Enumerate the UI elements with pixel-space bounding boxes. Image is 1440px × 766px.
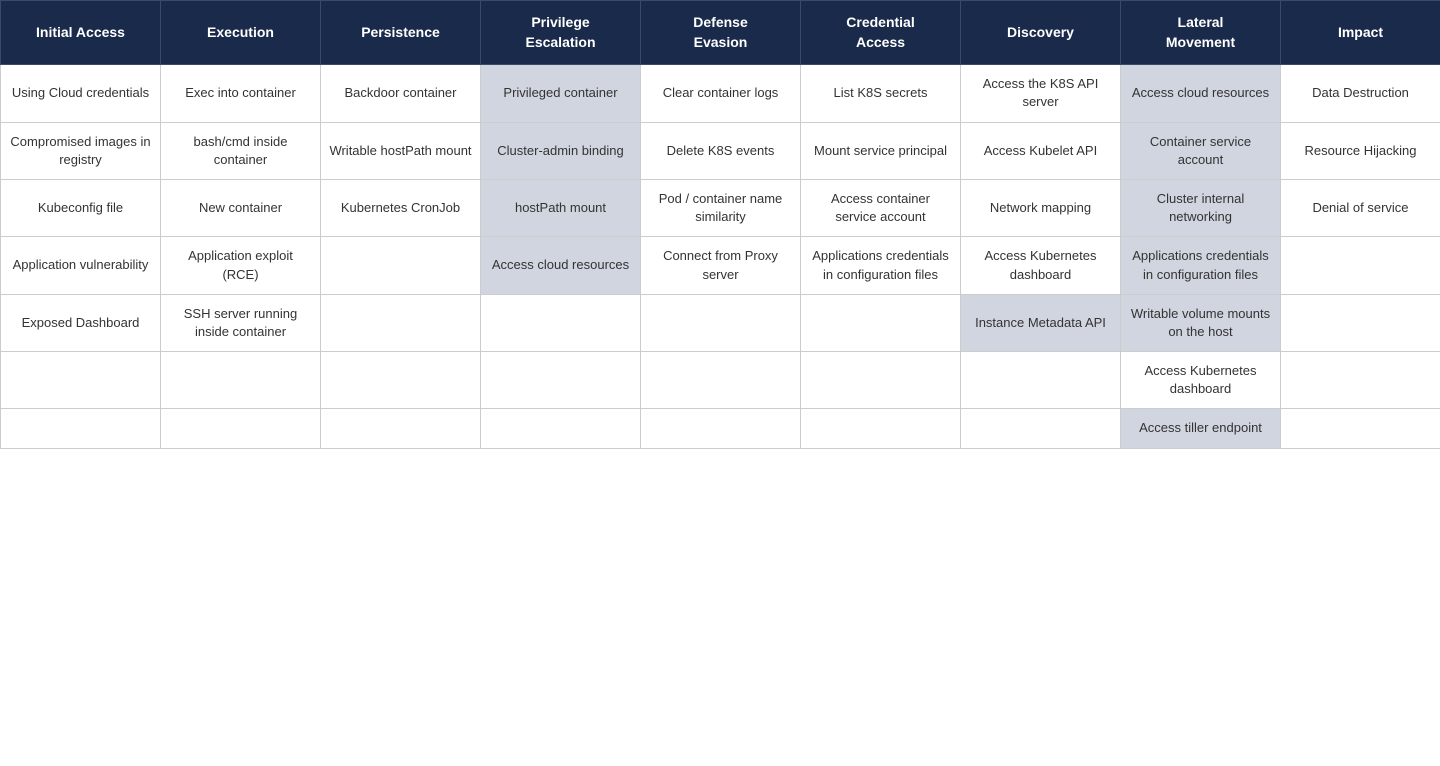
cell-r0-c3: Privileged container	[481, 65, 641, 122]
cell-r5-c0	[1, 352, 161, 409]
cell-r2-c6: Network mapping	[961, 179, 1121, 236]
cell-r2-c1: New container	[161, 179, 321, 236]
col-header-privilege-escalation: PrivilegeEscalation	[481, 1, 641, 65]
cell-r4-c7: Writable volume mounts on the host	[1121, 294, 1281, 351]
cell-r0-c2: Backdoor container	[321, 65, 481, 122]
cell-r3-c8	[1281, 237, 1440, 294]
cell-r0-c7: Access cloud resources	[1121, 65, 1281, 122]
cell-r5-c7: Access Kubernetes dashboard	[1121, 352, 1281, 409]
cell-r3-c7: Applications credentials in configuratio…	[1121, 237, 1281, 294]
cell-r1-c4: Delete K8S events	[641, 122, 801, 179]
cell-r6-c4	[641, 409, 801, 448]
cell-r1-c6: Access Kubelet API	[961, 122, 1121, 179]
cell-r0-c0: Using Cloud credentials	[1, 65, 161, 122]
cell-r2-c7: Cluster internal networking	[1121, 179, 1281, 236]
cell-r2-c2: Kubernetes CronJob	[321, 179, 481, 236]
cell-r0-c8: Data Destruction	[1281, 65, 1440, 122]
cell-r1-c3: Cluster-admin binding	[481, 122, 641, 179]
col-header-initial-access: Initial Access	[1, 1, 161, 65]
cell-r1-c2: Writable hostPath mount	[321, 122, 481, 179]
cell-r2-c3: hostPath mount	[481, 179, 641, 236]
cell-r4-c3	[481, 294, 641, 351]
cell-r4-c2	[321, 294, 481, 351]
cell-r5-c1	[161, 352, 321, 409]
cell-r2-c5: Access container service account	[801, 179, 961, 236]
col-header-persistence: Persistence	[321, 1, 481, 65]
cell-r5-c3	[481, 352, 641, 409]
cell-r1-c5: Mount service principal	[801, 122, 961, 179]
cell-r4-c4	[641, 294, 801, 351]
cell-r3-c4: Connect from Proxy server	[641, 237, 801, 294]
cell-r5-c8	[1281, 352, 1440, 409]
col-header-discovery: Discovery	[961, 1, 1121, 65]
col-header-lateral-movement: LateralMovement	[1121, 1, 1281, 65]
cell-r5-c2	[321, 352, 481, 409]
cell-r4-c6: Instance Metadata API	[961, 294, 1121, 351]
cell-r0-c5: List K8S secrets	[801, 65, 961, 122]
col-header-impact: Impact	[1281, 1, 1440, 65]
cell-r6-c3	[481, 409, 641, 448]
cell-r3-c3: Access cloud resources	[481, 237, 641, 294]
cell-r4-c0: Exposed Dashboard	[1, 294, 161, 351]
cell-r3-c0: Application vulnerability	[1, 237, 161, 294]
cell-r0-c4: Clear container logs	[641, 65, 801, 122]
cell-r1-c1: bash/cmd inside container	[161, 122, 321, 179]
cell-r2-c0: Kubeconfig file	[1, 179, 161, 236]
cell-r4-c8	[1281, 294, 1440, 351]
cell-r2-c4: Pod / container name similarity	[641, 179, 801, 236]
attack-matrix: Initial AccessExecutionPersistencePrivil…	[0, 0, 1440, 449]
col-header-execution: Execution	[161, 1, 321, 65]
cell-r1-c0: Compromised images in registry	[1, 122, 161, 179]
cell-r6-c2	[321, 409, 481, 448]
cell-r5-c6	[961, 352, 1121, 409]
cell-r6-c0	[1, 409, 161, 448]
cell-r3-c5: Applications credentials in configuratio…	[801, 237, 961, 294]
cell-r5-c5	[801, 352, 961, 409]
cell-r0-c1: Exec into container	[161, 65, 321, 122]
cell-r3-c6: Access Kubernetes dashboard	[961, 237, 1121, 294]
cell-r6-c5	[801, 409, 961, 448]
cell-r6-c7: Access tiller endpoint	[1121, 409, 1281, 448]
cell-r4-c5	[801, 294, 961, 351]
cell-r3-c2	[321, 237, 481, 294]
col-header-credential-access: CredentialAccess	[801, 1, 961, 65]
cell-r2-c8: Denial of service	[1281, 179, 1440, 236]
cell-r5-c4	[641, 352, 801, 409]
cell-r3-c1: Application exploit (RCE)	[161, 237, 321, 294]
cell-r1-c8: Resource Hijacking	[1281, 122, 1440, 179]
cell-r6-c1	[161, 409, 321, 448]
cell-r0-c6: Access the K8S API server	[961, 65, 1121, 122]
cell-r6-c8	[1281, 409, 1440, 448]
cell-r1-c7: Container service account	[1121, 122, 1281, 179]
cell-r6-c6	[961, 409, 1121, 448]
cell-r4-c1: SSH server running inside container	[161, 294, 321, 351]
col-header-defense-evasion: DefenseEvasion	[641, 1, 801, 65]
